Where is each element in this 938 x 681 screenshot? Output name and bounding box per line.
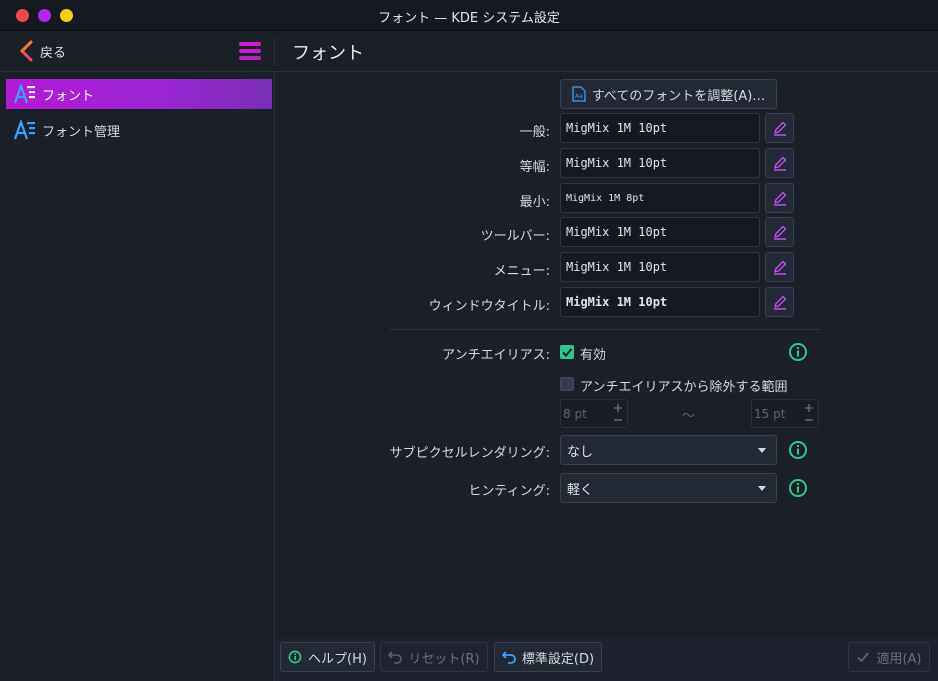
- chevron-down-icon: [758, 448, 766, 453]
- page-title: フォント: [292, 43, 364, 64]
- sidebar-item-label: フォント管理: [42, 124, 121, 140]
- restore-defaults-icon: [501, 651, 516, 664]
- sidebar: フォント フォント管理: [0, 73, 275, 681]
- hinting-select[interactable]: 軽く: [560, 473, 777, 503]
- plus-minus-icon[interactable]: [612, 402, 624, 426]
- exclude-range-label: アンチエイリアスから除外する範囲: [580, 380, 788, 395]
- antialiasing-label: アンチエイリアス:: [442, 348, 550, 363]
- section-divider: [390, 329, 820, 330]
- pencil-icon: [773, 295, 786, 310]
- antialiasing-enabled-checkbox[interactable]: [560, 345, 574, 359]
- checkmark-icon: [562, 348, 573, 357]
- font-toolbar-field: MigMix 1M 10pt: [560, 217, 760, 247]
- chevron-left-icon: [20, 40, 33, 62]
- header-separator: [274, 37, 275, 67]
- defaults-button[interactable]: 標準設定(D): [494, 642, 602, 672]
- footer-bar: [276, 638, 938, 681]
- window-title: フォント — KDE システム設定: [378, 11, 560, 26]
- adjust-all-fonts-button[interactable]: Aa すべてのフォントを調整(A)…: [560, 79, 777, 109]
- sidebar-item-font-management[interactable]: フォント管理: [6, 115, 272, 145]
- exclude-to-value: 15 pt: [754, 406, 786, 421]
- font-small-field: MigMix 1M 8pt: [560, 183, 760, 213]
- undo-icon: [388, 651, 403, 664]
- antialiasing-enabled-label: 有効: [580, 348, 607, 363]
- sidebar-item-fonts[interactable]: フォント: [6, 79, 272, 109]
- help-label: ヘルプ(H): [308, 651, 367, 667]
- edit-general-font-button[interactable]: [765, 113, 794, 143]
- range-separator: 〜: [682, 409, 696, 424]
- font-general-field: MigMix 1M 10pt: [560, 113, 760, 143]
- fonts-icon: [14, 84, 35, 104]
- font-document-icon: Aa: [572, 86, 586, 102]
- font-management-icon: [14, 120, 35, 140]
- defaults-label: 標準設定(D): [521, 651, 595, 667]
- font-menu-label: メニュー:: [493, 264, 550, 279]
- exclude-to-spinbox[interactable]: 15 pt: [751, 399, 819, 428]
- pencil-icon: [773, 260, 786, 275]
- hamburger-menu-icon[interactable]: [238, 41, 262, 61]
- edit-window-title-font-button[interactable]: [765, 287, 794, 317]
- info-icon[interactable]: [788, 440, 808, 460]
- checkmark-icon: [857, 652, 870, 663]
- font-general-label: 一般:: [519, 125, 550, 140]
- svg-text:Aa: Aa: [575, 93, 583, 100]
- help-button[interactable]: ヘルプ(H): [280, 642, 375, 672]
- sidebar-item-label: フォント: [42, 88, 95, 104]
- adjust-all-fonts-label: すべてのフォントを調整(A)…: [591, 88, 766, 104]
- pencil-icon: [773, 156, 786, 171]
- chevron-down-icon: [758, 486, 766, 491]
- exclude-from-value: 8 pt: [563, 406, 587, 421]
- title-bar: フォント — KDE システム設定: [0, 0, 938, 31]
- font-fixed-label: 等幅:: [519, 160, 550, 175]
- edit-small-font-button[interactable]: [765, 183, 794, 213]
- font-fixed-field: MigMix 1M 10pt: [560, 148, 760, 178]
- font-menu-field: MigMix 1M 10pt: [560, 252, 760, 282]
- edit-fixed-font-button[interactable]: [765, 148, 794, 178]
- edit-toolbar-font-button[interactable]: [765, 217, 794, 247]
- back-button[interactable]: 戻る: [18, 37, 66, 65]
- subpixel-select[interactable]: なし: [560, 435, 777, 465]
- edit-menu-font-button[interactable]: [765, 252, 794, 282]
- font-window-title-field: MigMix 1M 10pt: [560, 287, 760, 317]
- reset-button[interactable]: リセット(R): [380, 642, 488, 672]
- hinting-value: 軽く: [567, 482, 594, 498]
- pencil-icon: [773, 121, 786, 136]
- plus-minus-icon[interactable]: [803, 402, 815, 426]
- help-icon: [288, 650, 302, 664]
- pencil-icon: [773, 191, 786, 206]
- font-small-label: 最小:: [519, 195, 550, 210]
- exclude-from-spinbox[interactable]: 8 pt: [560, 399, 628, 428]
- reset-label: リセット(R): [408, 651, 480, 667]
- back-label: 戻る: [40, 45, 67, 61]
- exclude-range-checkbox[interactable]: [560, 377, 574, 391]
- font-toolbar-label: ツールバー:: [480, 229, 550, 244]
- apply-label: 適用(A): [876, 651, 922, 667]
- hinting-label: ヒンティング:: [468, 484, 550, 499]
- pencil-icon: [773, 225, 786, 240]
- header: 戻る フォント: [0, 31, 938, 72]
- subpixel-label: サブピクセルレンダリング:: [389, 446, 550, 461]
- subpixel-value: なし: [567, 444, 594, 460]
- info-icon[interactable]: [788, 342, 808, 362]
- info-icon[interactable]: [788, 478, 808, 498]
- apply-button[interactable]: 適用(A): [848, 642, 930, 672]
- font-window-title-label: ウィンドウタイトル:: [428, 299, 550, 314]
